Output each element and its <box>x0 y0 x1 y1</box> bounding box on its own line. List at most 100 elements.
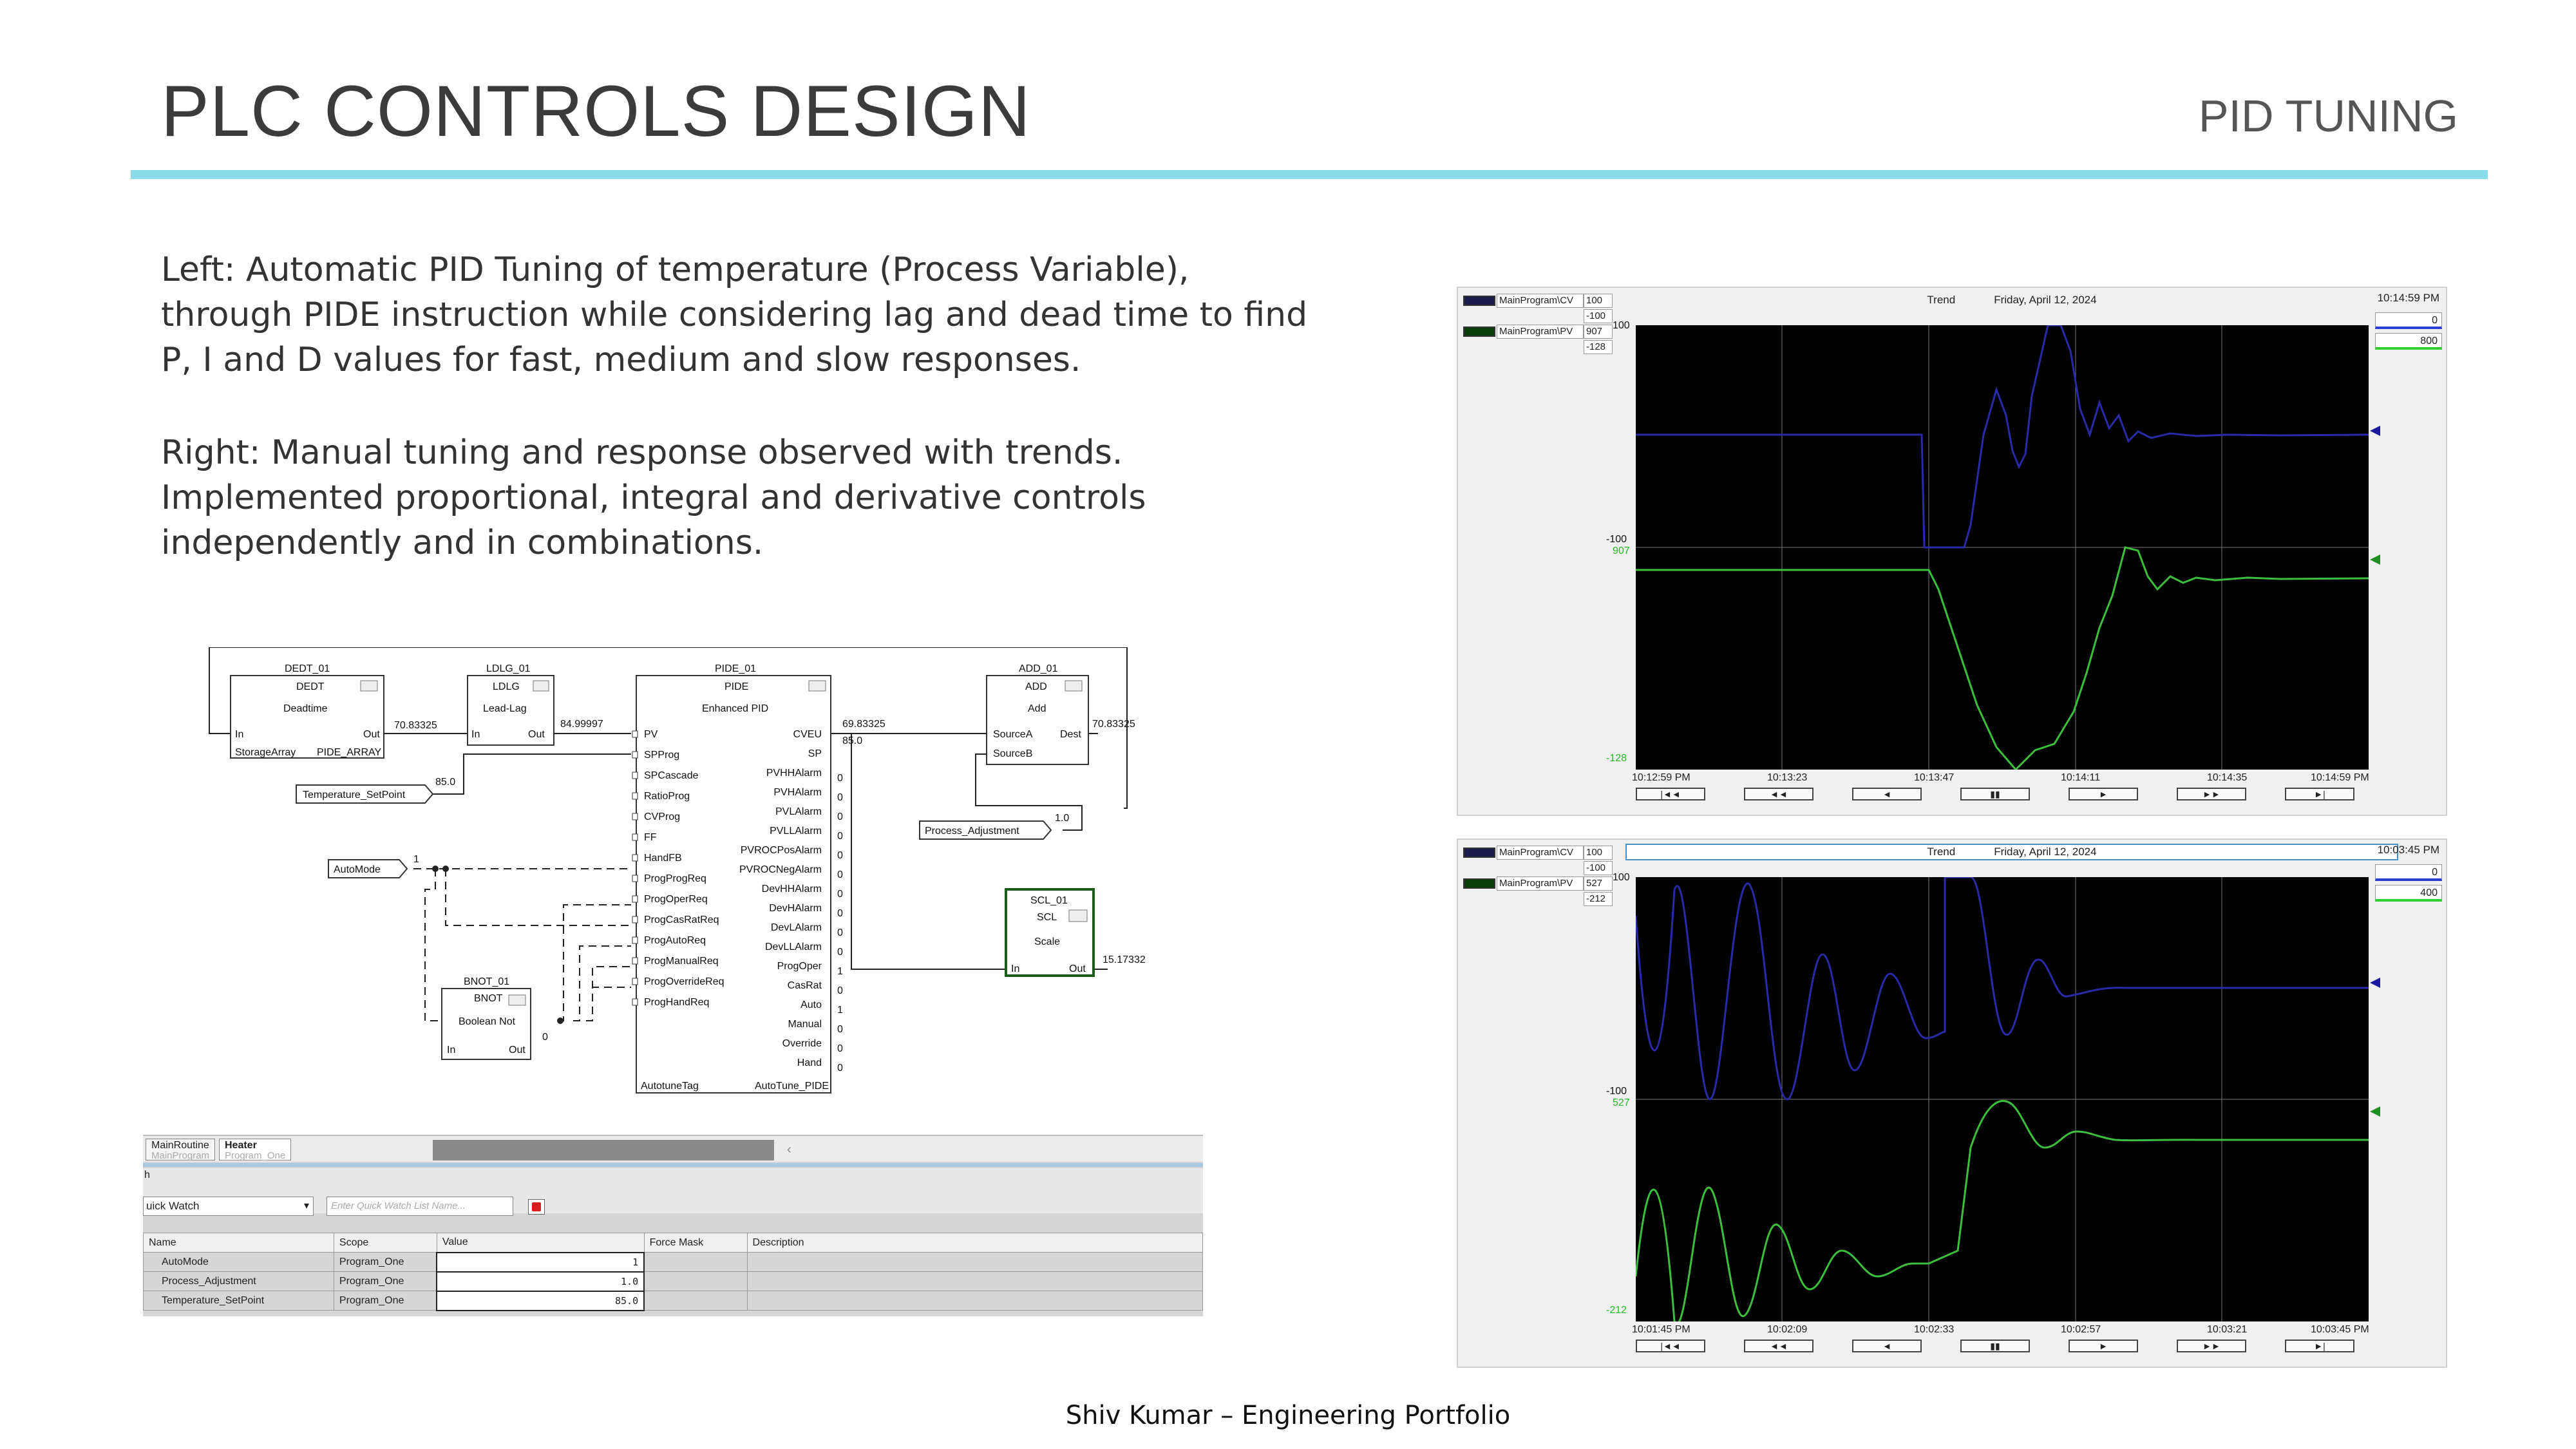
x-tick: 10:03:45 PM <box>2311 1324 2369 1335</box>
tag-value[interactable]: 85.0 <box>436 1290 645 1311</box>
pide-input-stub <box>632 772 638 779</box>
x-tick: 10:14:59 PM <box>2311 772 2369 783</box>
tab-label: MainRoutine <box>151 1140 209 1151</box>
pide-output-pin: PVLLAlarm <box>770 826 822 837</box>
delete-icon[interactable] <box>528 1199 545 1215</box>
table-row[interactable]: Temperature_SetPoint Program_One 85.0 <box>143 1290 1204 1311</box>
tab-label: Heater <box>225 1140 257 1151</box>
column-scope[interactable]: Scope <box>333 1233 437 1253</box>
pide-autotune-value: AutoTune_PIDE <box>755 1081 829 1092</box>
cv-value-box[interactable]: 0 <box>2375 864 2442 881</box>
nav-back-button[interactable]: ◄ <box>1852 1340 1922 1352</box>
table-row[interactable]: AutoMode Program_One 1 <box>143 1251 1204 1273</box>
column-value[interactable]: Value <box>436 1233 645 1253</box>
cv-value-box[interactable]: 0 <box>2375 312 2442 329</box>
tag-description <box>746 1291 1204 1311</box>
table-row[interactable]: Process_Adjustment Program_One 1.0 <box>143 1271 1204 1292</box>
trend-header[interactable]: Trend Friday, April 12, 2024 <box>1625 844 2398 860</box>
nav-pause-button[interactable]: ▮▮ <box>1960 1340 2030 1352</box>
pide-output-pin: Auto <box>800 999 822 1010</box>
column-force-mask[interactable]: Force Mask <box>643 1233 748 1253</box>
trend-legend: MainProgram\CV 100 -100 MainProgram\PV 527… <box>1463 845 1618 907</box>
pide-output-pin: DevHHAlarm <box>762 884 822 895</box>
page-title: PLC CONTROLS DESIGN <box>161 71 1031 151</box>
cv-top-label: 100 <box>1613 872 1630 883</box>
nav-fast-back-button[interactable]: ◄◄ <box>1744 1340 1814 1352</box>
pide-output-pin: ProgOper <box>777 961 822 972</box>
pide-input-stub <box>632 833 638 841</box>
legend-name: MainProgram\PV <box>1497 325 1584 339</box>
pide-output-pin: PVROCNegAlarm <box>739 864 822 875</box>
pv-value-box[interactable]: 400 <box>2375 885 2442 902</box>
trend-label: Trend <box>1927 294 1956 306</box>
legend-row[interactable]: MainProgram\PV 527 <box>1463 876 1618 891</box>
pide-input-stub <box>632 875 638 882</box>
pide-output-pin: DevLAlarm <box>771 922 822 933</box>
nav-pause-button[interactable]: ▮▮ <box>1960 788 2030 800</box>
tag-name: AutoMode <box>143 1252 334 1272</box>
legend-row[interactable]: MainProgram\CV 100 <box>1463 293 1618 308</box>
legend-row[interactable]: MainProgram\PV 907 <box>1463 324 1618 339</box>
pide-output-value: 0 <box>837 831 843 842</box>
ldlg-out: Out <box>528 729 545 740</box>
dedt-out: Out <box>363 729 380 740</box>
pide-output-value: 0 <box>837 908 843 919</box>
nav-fast-back-button[interactable]: ◄◄ <box>1744 788 1814 800</box>
legend-swatch <box>1463 878 1495 889</box>
toolbar-letter: h <box>144 1170 150 1180</box>
scl-desc: Scale <box>1034 936 1060 947</box>
ldlg-out-value: 84.99997 <box>560 719 603 730</box>
nav-first-button[interactable]: |◄◄ <box>1636 1340 1705 1352</box>
automode-tag: AutoMode <box>334 864 381 875</box>
nav-forward-button[interactable]: ► <box>2069 788 2138 800</box>
ldlg-desc: Lead-Lag <box>483 703 527 714</box>
chevron-left-icon[interactable]: ‹ <box>787 1142 791 1157</box>
nav-last-button[interactable]: ►| <box>2285 1340 2354 1352</box>
pide-input-pin: ProgProgReq <box>644 873 706 884</box>
column-description[interactable]: Description <box>746 1233 1204 1253</box>
nav-forward-button[interactable]: ► <box>2069 1340 2138 1352</box>
nav-first-button[interactable]: |◄◄ <box>1636 788 1705 800</box>
quick-watch-select[interactable]: uick Watch <box>143 1197 314 1216</box>
pide-input-pin: ProgHandReq <box>644 997 709 1008</box>
pv-value-box[interactable]: 800 <box>2375 333 2442 350</box>
trend-label: Trend <box>1927 846 1956 858</box>
quick-watch-toolbar: h uick Watch Enter Quick Watch List Name… <box>143 1168 1203 1216</box>
x-tick: 10:14:35 <box>2207 772 2248 783</box>
ldlg-type: LDLG <box>493 681 520 692</box>
description-line: independently and in combinations. <box>161 524 764 562</box>
pide-input-stub <box>632 813 638 820</box>
pide-input-pin: SPProg <box>644 750 679 761</box>
trend-markers <box>2370 426 2380 565</box>
pv-bottom-label: -128 <box>1606 753 1627 764</box>
pide-input-pin: ProgOperReq <box>644 894 708 905</box>
pide-output-value: 0 <box>837 889 843 900</box>
panel-divider <box>143 1163 1203 1167</box>
add-source-b: SourceB <box>993 748 1032 759</box>
pide-input-pin: HandFB <box>644 853 682 864</box>
pv-bottom-label: -212 <box>1606 1305 1627 1316</box>
pide-output-pin: PVLAlarm <box>775 806 822 817</box>
nav-last-button[interactable]: ►| <box>2285 788 2354 800</box>
quick-watch-panel: MainRoutine MainProgram Heater Program_O… <box>143 1135 1204 1316</box>
tag-value[interactable]: 1.0 <box>436 1271 645 1292</box>
quick-watch-name-input[interactable]: Enter Quick Watch List Name... <box>327 1197 513 1216</box>
nav-fast-forward-button[interactable]: ►► <box>2177 788 2246 800</box>
pide-input-pin: RatioProg <box>644 791 690 802</box>
fbd-svg: DEDT_01 DEDT Deadtime In Out StorageArra… <box>209 647 1146 1094</box>
trend-time: 10:03:45 PM <box>2377 844 2439 856</box>
pide-tag: PIDE_01 <box>715 663 756 674</box>
tag-value[interactable]: 1 <box>436 1251 645 1273</box>
nav-fast-forward-button[interactable]: ►► <box>2177 1340 2246 1352</box>
column-name[interactable]: Name <box>143 1233 334 1253</box>
pide-input-pin: ProgCasRatReq <box>644 914 719 925</box>
tag-force-mask <box>643 1291 748 1311</box>
pide-input-stub <box>632 751 638 759</box>
tab-mainroutine[interactable]: MainRoutine MainProgram <box>146 1139 216 1161</box>
tab-heater[interactable]: Heater Program_One <box>219 1139 292 1161</box>
legend-row[interactable]: MainProgram\CV 100 <box>1463 845 1618 860</box>
nav-back-button[interactable]: ◄ <box>1852 788 1922 800</box>
pide-input-pin: ProgManualReq <box>644 956 719 967</box>
pide-output-pin: SP <box>808 748 822 759</box>
trend-plot <box>1636 325 2369 770</box>
